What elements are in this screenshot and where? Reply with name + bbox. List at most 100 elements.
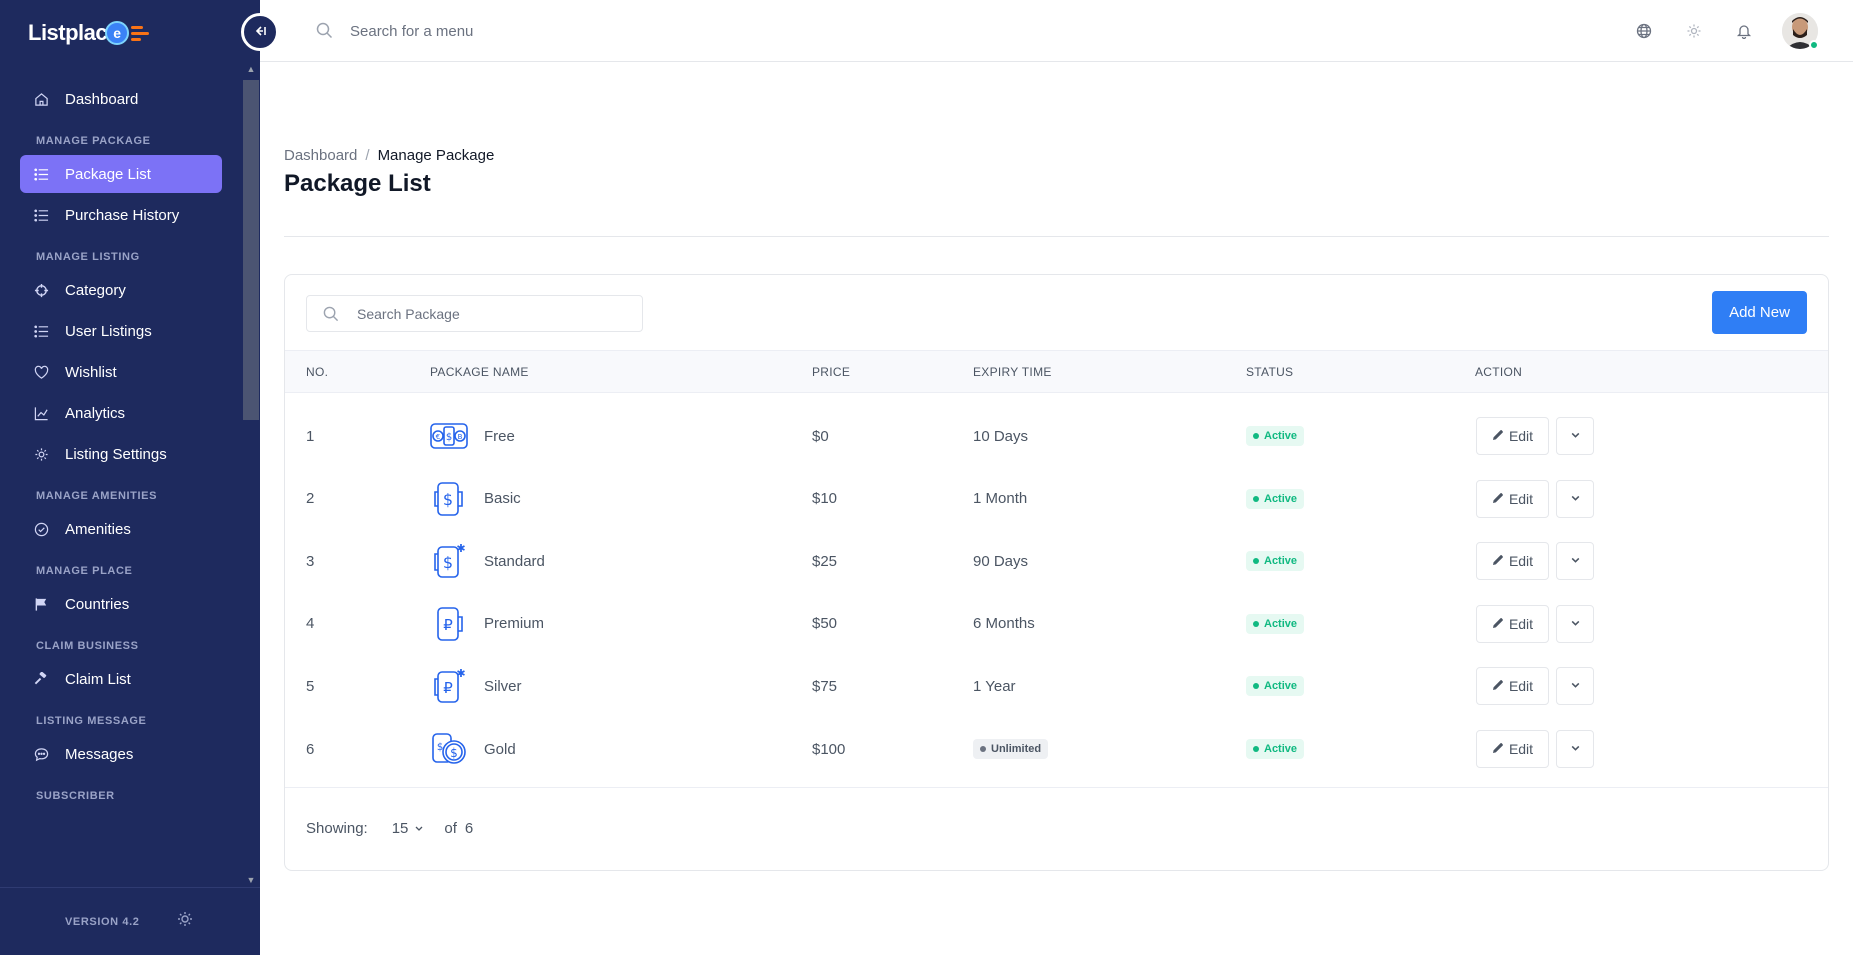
pencil-icon [1492, 428, 1504, 444]
pencil-icon [1492, 678, 1504, 694]
sidebar-item-label: Claim List [65, 670, 131, 688]
row-actions-dropdown[interactable] [1556, 479, 1594, 518]
per-page-select[interactable]: 15 [392, 820, 425, 837]
cell-expiry: 1 Year [973, 655, 1016, 717]
cell-expiry: Unlimited [973, 718, 1049, 780]
table-row: 1 $ € B Free $0 10 Days Active Edit [285, 405, 1828, 467]
sidebar-item-claim-list[interactable]: Claim List [20, 660, 222, 698]
sidebar-item-user-listings[interactable]: User Listings [20, 312, 222, 350]
cell-price: $10 [812, 468, 837, 530]
cell-status: Active [1246, 718, 1305, 780]
header-action: ACTION [1475, 365, 1523, 379]
package-name[interactable]: Free [484, 428, 515, 445]
cell-no: 4 [306, 593, 314, 655]
package-name[interactable]: Premium [484, 615, 544, 632]
svg-text:$: $ [443, 553, 453, 572]
search-icon [316, 22, 333, 44]
check-circle-icon [33, 521, 49, 537]
version-label: VERSION 4.2 [65, 915, 140, 928]
edit-button[interactable]: Edit [1476, 730, 1549, 768]
row-actions-dropdown[interactable] [1556, 542, 1594, 581]
svg-text:✱: ✱ [456, 542, 465, 555]
add-new-button[interactable]: Add New [1712, 291, 1807, 334]
row-actions-dropdown[interactable] [1556, 730, 1594, 768]
sidebar-item-wishlist[interactable]: Wishlist [20, 353, 222, 391]
badge-dot [1253, 683, 1259, 690]
sidebar-item-dashboard[interactable]: Dashboard [20, 80, 222, 118]
heart-icon [33, 364, 49, 380]
package-search-input[interactable] [357, 304, 627, 324]
row-actions-dropdown[interactable] [1556, 604, 1594, 643]
sidebar-collapse-button[interactable] [241, 13, 279, 51]
table-footer-divider [285, 787, 1828, 788]
scrollbar-thumb[interactable] [243, 80, 259, 420]
sidebar-item-category[interactable]: Category [20, 271, 222, 309]
breadcrumb-current: Manage Package [377, 147, 495, 164]
globe-icon[interactable] [1633, 20, 1655, 42]
sidebar-item-package-list[interactable]: Package List [20, 155, 222, 193]
scroll-down-icon[interactable]: ▼ [242, 873, 260, 887]
sidebar-item-analytics[interactable]: Analytics [20, 394, 222, 432]
cell-status: Active [1246, 405, 1305, 467]
home-icon [33, 91, 49, 107]
sidebar-item-countries[interactable]: Countries [20, 585, 222, 623]
package-name[interactable]: Standard [484, 553, 545, 570]
page-title: Package List [284, 170, 431, 197]
sidebar-item-amenities[interactable]: Amenities [20, 510, 222, 548]
chevron-down-icon [1570, 490, 1581, 508]
flag-icon [33, 596, 49, 612]
edit-button[interactable]: Edit [1476, 542, 1549, 581]
package-price: $0 [812, 427, 829, 445]
status-text: Active [1264, 555, 1298, 568]
sidebar-section-label: MANAGE AMENITIES [36, 490, 158, 502]
row-number: 5 [306, 677, 315, 695]
sun-icon[interactable] [177, 911, 193, 932]
status-text: Active [1264, 680, 1298, 693]
package-price: $25 [812, 552, 838, 570]
status-text: Active [1264, 743, 1298, 755]
expiry-text: 1 Month [973, 490, 1028, 508]
sidebar-item-purchase-history[interactable]: Purchase History [20, 196, 222, 234]
cell-price: $75 [812, 655, 837, 717]
breadcrumb-home-link[interactable]: Dashboard [284, 147, 357, 164]
sidebar-section-label: SUBSCRIBER [36, 790, 115, 802]
dollar-star-icon: $ ✱ [429, 541, 469, 581]
edit-button[interactable]: Edit [1476, 479, 1549, 518]
header-price: PRICE [812, 365, 851, 379]
breadcrumb: Dashboard / Manage Package [284, 147, 494, 164]
table-row: 2 $ Basic $10 1 Month Active Edit [285, 468, 1828, 530]
row-actions-dropdown[interactable] [1556, 667, 1594, 706]
status-badge: Active [1246, 676, 1305, 697]
scroll-up-icon[interactable]: ▲ [242, 62, 260, 76]
edit-button[interactable]: Edit [1476, 417, 1549, 455]
app-logo[interactable]: Listplac e [28, 18, 150, 48]
sidebar-item-messages[interactable]: Messages [20, 735, 222, 773]
cell-package-name: $ € B Free [429, 405, 515, 467]
edit-button[interactable]: Edit [1476, 667, 1549, 706]
chevron-down-icon [1570, 427, 1581, 445]
sidebar-section-label: CLAIM BUSINESS [36, 640, 139, 652]
sidebar-item-listing-settings[interactable]: Listing Settings [20, 435, 222, 473]
package-price: $10 [812, 490, 838, 508]
status-text: Active [1264, 430, 1298, 442]
svg-text:$: $ [443, 490, 453, 509]
sidebar-item-label: Purchase History [65, 206, 180, 224]
header-no: NO. [306, 365, 329, 379]
list-icon [33, 166, 49, 182]
sidebar-scrollbar[interactable]: ▲ ▼ [242, 62, 260, 887]
sidebar-item-clipped[interactable] [20, 810, 222, 848]
sidebar-item-label: Category [65, 281, 126, 299]
edit-label: Edit [1508, 490, 1534, 507]
package-list-card: Add New NO. PACKAGE NAME PRICE EXPIRY TI… [284, 274, 1829, 871]
package-name[interactable]: Basic [484, 490, 521, 507]
table-row: 6 $ $ Gold $100 Unlimited Active Edit [285, 718, 1828, 780]
cell-package-name: ₽ Premium [429, 593, 544, 655]
row-actions-dropdown[interactable] [1556, 417, 1594, 455]
edit-button[interactable]: Edit [1476, 604, 1549, 643]
gear-icon[interactable] [1683, 20, 1705, 42]
menu-search-input[interactable] [350, 18, 670, 44]
bell-icon[interactable] [1733, 20, 1755, 42]
package-name[interactable]: Gold [484, 741, 516, 758]
expiry-text: 1 Year [973, 677, 1016, 695]
package-name[interactable]: Silver [484, 678, 522, 695]
